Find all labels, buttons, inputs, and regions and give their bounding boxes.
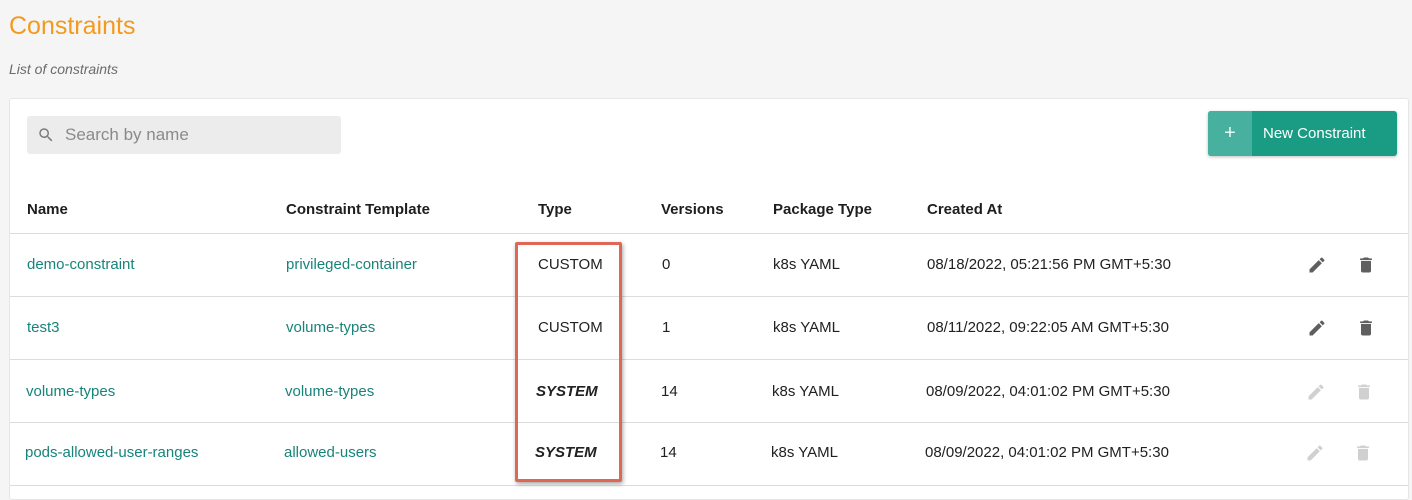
template-link[interactable]: volume-types — [285, 383, 374, 400]
package-type-cell: k8s YAML — [771, 444, 838, 461]
package-type-cell: k8s YAML — [773, 319, 840, 336]
plus-icon: + — [1208, 111, 1252, 156]
search-input[interactable] — [63, 124, 327, 146]
delete-button[interactable] — [1355, 317, 1377, 339]
package-type-cell: k8s YAML — [772, 383, 839, 400]
table-row: test3 volume-types CUSTOM 1 k8s YAML 08/… — [10, 297, 1408, 360]
versions-cell: 1 — [662, 319, 671, 336]
column-header-type[interactable]: Type — [538, 201, 572, 218]
created-at-cell: 08/11/2022, 09:22:05 AM GMT+5:30 — [927, 319, 1169, 336]
created-at-cell: 08/09/2022, 04:01:02 PM GMT+5:30 — [926, 383, 1170, 400]
constraint-name-link[interactable]: pods-allowed-user-ranges — [25, 444, 198, 461]
column-header-package-type[interactable]: Package Type — [773, 201, 872, 218]
versions-cell: 14 — [660, 444, 677, 461]
trash-icon — [1360, 320, 1372, 336]
column-header-versions[interactable]: Versions — [661, 201, 724, 218]
delete-button-disabled — [1352, 442, 1374, 464]
constraint-name-link[interactable]: test3 — [27, 319, 60, 336]
created-at-cell: 08/18/2022, 05:21:56 PM GMT+5:30 — [927, 256, 1171, 273]
column-header-created-at[interactable]: Created At — [927, 201, 1002, 218]
search-box[interactable] — [27, 116, 341, 154]
table-row: pods-allowed-user-ranges allowed-users S… — [10, 423, 1408, 486]
page-subtitle: List of constraints — [9, 61, 118, 77]
versions-cell: 0 — [662, 256, 671, 273]
package-type-cell: k8s YAML — [773, 256, 840, 273]
trash-icon — [1357, 445, 1369, 461]
type-cell: SYSTEM — [535, 444, 597, 461]
new-constraint-button[interactable]: + New Constraint — [1208, 111, 1397, 156]
constraints-card: + New Constraint Name Constraint Templat… — [9, 98, 1409, 500]
edit-button-disabled — [1305, 381, 1327, 403]
pencil-icon — [1309, 320, 1325, 336]
table-row: demo-constraint privileged-container CUS… — [10, 234, 1408, 297]
delete-button[interactable] — [1355, 254, 1377, 276]
search-icon — [39, 128, 53, 142]
pencil-icon — [1309, 257, 1325, 273]
column-header-template[interactable]: Constraint Template — [286, 201, 430, 218]
trash-icon — [1360, 257, 1372, 273]
type-cell: SYSTEM — [536, 383, 598, 400]
pencil-icon — [1308, 384, 1324, 400]
constraint-name-link[interactable]: volume-types — [26, 383, 115, 400]
edit-button[interactable] — [1306, 317, 1328, 339]
type-cell: CUSTOM — [538, 256, 603, 273]
edit-button-disabled — [1304, 442, 1326, 464]
column-header-name[interactable]: Name — [27, 201, 68, 218]
delete-button-disabled — [1353, 381, 1375, 403]
pencil-icon — [1307, 445, 1323, 461]
page-title: Constraints — [9, 12, 136, 40]
template-link[interactable]: privileged-container — [286, 256, 417, 273]
versions-cell: 14 — [661, 383, 678, 400]
template-link[interactable]: volume-types — [286, 319, 375, 336]
trash-icon — [1358, 384, 1370, 400]
template-link[interactable]: allowed-users — [284, 444, 377, 461]
table-row: volume-types volume-types SYSTEM 14 k8s … — [10, 360, 1408, 423]
constraint-name-link[interactable]: demo-constraint — [27, 256, 135, 273]
type-cell: CUSTOM — [538, 319, 603, 336]
table-header: Name Constraint Template Type Versions P… — [10, 183, 1408, 234]
created-at-cell: 08/09/2022, 04:01:02 PM GMT+5:30 — [925, 444, 1169, 461]
new-constraint-label: New Constraint — [1263, 125, 1366, 142]
edit-button[interactable] — [1306, 254, 1328, 276]
